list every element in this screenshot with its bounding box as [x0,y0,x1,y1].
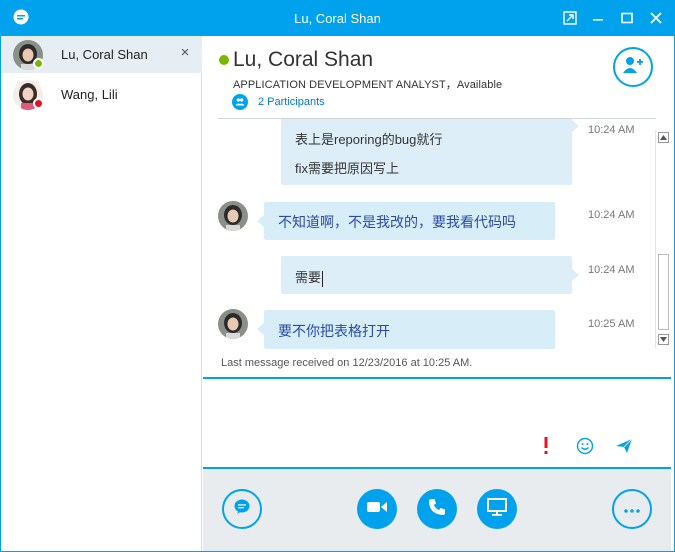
add-person-icon [622,56,644,79]
message-text: 要不你把表格打开 [278,323,390,339]
chat-icon [233,498,251,521]
contact-name: Lu, Coral Shan [233,48,374,71]
emoticon-icon[interactable] [575,436,595,456]
importance-icon[interactable] [536,436,556,456]
more-options-button[interactable] [612,489,652,529]
scroll-thumb[interactable] [658,254,669,330]
close-window-button[interactable] [646,8,666,28]
close-conversation-icon[interactable]: × [178,45,192,61]
presence-busy-icon [33,98,44,109]
maximize-button[interactable] [617,8,637,28]
bubble-tail [571,119,579,133]
avatar [218,201,248,231]
conversation-list: Lu, Coral Shan × Wang, Lili [1,36,202,551]
participants-icon [232,94,248,110]
scroll-up-icon[interactable] [658,132,669,143]
audio-call-button[interactable] [417,489,457,529]
screen-share-icon [487,497,507,521]
video-call-button[interactable] [357,489,397,529]
text-cursor [322,270,324,287]
add-person-button[interactable] [613,47,653,87]
pop-out-icon[interactable] [560,8,580,28]
video-icon [367,500,387,519]
message-time: 10:24 AM [588,124,635,136]
chat-button[interactable] [222,489,262,529]
presence-available-icon [33,58,44,69]
bubble-tail [571,268,579,282]
chat-scrollbar[interactable] [655,130,670,348]
message-time: 10:24 AM [588,209,635,221]
screen-share-button[interactable] [477,489,517,529]
message-bubble-received: 要不你把表格打开 [257,310,555,349]
message-time: 10:24 AM [588,264,635,276]
chat-history: 表上是reporing的bug就行 fix需要把原因写上 10:24 AM 不知… [203,119,655,377]
call-icon [428,498,446,521]
conversation-item-lu-coral-shan[interactable]: Lu, Coral Shan × [1,36,202,73]
presence-available-icon [219,55,229,65]
message-bubble-received: 不知道啊，不是我改的，要我看代码吗 [257,202,555,240]
call-controls-bar [203,469,671,551]
conversation-name: Lu, Coral Shan [61,47,148,62]
message-text: 表上是reporing的bug就行 [295,132,443,147]
participants-link[interactable]: 2 Participants [232,94,325,110]
avatar [218,309,248,339]
message-text: 需要 [295,270,324,287]
message-input[interactable] [203,379,671,467]
conversation-item-wang-lili[interactable]: Wang, Lili [1,76,202,113]
conversation-name: Wang, Lili [61,87,118,102]
scroll-down-icon[interactable] [658,334,669,345]
bubble-tail [257,214,265,228]
send-icon[interactable] [614,436,634,456]
message-text: fix需要把原因写上 [295,161,400,176]
minimize-button[interactable] [588,8,608,28]
participants-label: 2 Participants [258,96,325,108]
more-options-icon [624,500,640,518]
message-time: 10:25 AM [588,318,635,330]
bubble-tail [257,322,265,336]
message-bubble-sent: 需要 [281,256,579,294]
title-bar: Lu, Coral Shan [0,0,675,36]
contact-status: APPLICATION DEVELOPMENT ANALYST，Availabl… [233,79,503,91]
message-bubble-sent: 表上是reporing的bug就行 fix需要把原因写上 [281,119,579,185]
message-text: 不知道啊，不是我改的，要我看代码吗 [278,214,516,230]
last-message-note: Last message received on 12/23/2016 at 1… [221,357,473,369]
